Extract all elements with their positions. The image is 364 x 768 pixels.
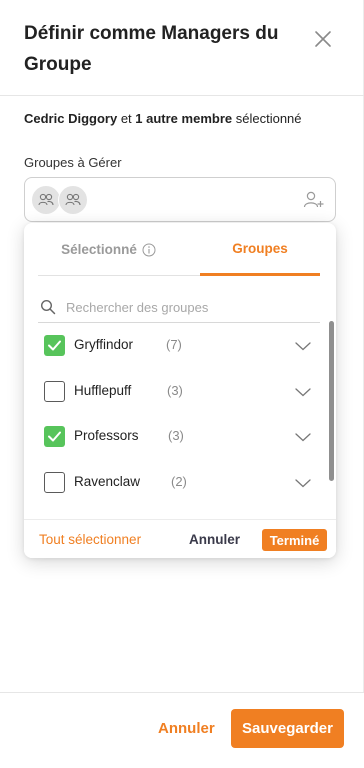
group-member-count: (3) — [167, 383, 183, 398]
group-member-count: (2) — [171, 474, 187, 489]
group-name: Professors — [74, 428, 139, 443]
list-scrollbar[interactable] — [329, 321, 334, 481]
dropdown-cancel-button[interactable]: Annuler — [189, 532, 240, 547]
close-icon[interactable] — [310, 26, 336, 52]
dialog-header: Définir comme Managers du Groupe — [0, 0, 364, 96]
group-search-input[interactable] — [66, 295, 316, 319]
checkbox-checked[interactable] — [44, 335, 65, 356]
group-name: Gryffindor — [74, 337, 134, 352]
tab-selected-label: Sélectionné — [61, 242, 137, 257]
tab-groups-label: Groupes — [232, 240, 288, 256]
selected-others-count: 1 autre membre — [135, 111, 233, 126]
checkbox-checked[interactable] — [44, 426, 65, 447]
group-list: Gryffindor (7) Hufflepuff (3) Professors — [24, 323, 336, 519]
group-row-ravenclaw[interactable]: Ravenclaw (2) — [24, 460, 324, 506]
selection-summary: Cedric Diggory et 1 autre membre sélecti… — [24, 111, 302, 126]
checkbox-unchecked[interactable] — [44, 381, 65, 402]
group-icon — [31, 185, 61, 215]
cancel-button[interactable]: Annuler — [158, 720, 215, 737]
group-name: Ravenclaw — [74, 474, 141, 489]
group-row-hufflepuff[interactable]: Hufflepuff (3) — [24, 369, 324, 415]
group-member-count: (7) — [166, 337, 182, 352]
chevron-down-icon[interactable] — [294, 430, 312, 442]
groups-field-label: Groupes à Gérer — [24, 155, 122, 170]
group-search[interactable] — [38, 291, 320, 323]
chevron-down-icon[interactable] — [294, 339, 312, 351]
group-icon — [58, 185, 88, 215]
manager-dialog: Définir comme Managers du Groupe Cedric … — [0, 0, 364, 768]
dropdown-tabs: Sélectionné Groupes — [38, 223, 320, 276]
search-icon — [40, 299, 56, 315]
groups-picker-field[interactable] — [24, 177, 336, 222]
selected-member-name: Cedric Diggory — [24, 111, 118, 126]
group-row-professors[interactable]: Professors (3) — [24, 414, 324, 460]
group-name: Hufflepuff — [74, 383, 132, 398]
dialog-footer: Annuler Sauvegarder — [0, 692, 364, 768]
info-icon — [142, 243, 156, 257]
selection-suffix: sélectionné — [235, 111, 302, 126]
group-row-gryffindor[interactable]: Gryffindor (7) — [24, 323, 324, 369]
select-all-button[interactable]: Tout sélectionner — [39, 532, 141, 547]
selection-joiner: et — [120, 111, 132, 126]
group-member-count: (3) — [168, 428, 184, 443]
dialog-title: Définir comme Managers du Groupe — [24, 23, 279, 75]
save-button[interactable]: Sauvegarder — [231, 709, 344, 748]
dropdown-footer: Tout sélectionner Annuler Terminé — [24, 519, 336, 558]
done-button[interactable]: Terminé — [262, 529, 327, 551]
checkbox-unchecked[interactable] — [44, 472, 65, 493]
chevron-down-icon[interactable] — [294, 476, 312, 488]
groups-dropdown: Sélectionné Groupes Gryffindor (7) — [24, 223, 336, 558]
tab-groups[interactable]: Groupes — [200, 223, 320, 276]
add-user-icon[interactable] — [303, 190, 325, 210]
chevron-down-icon[interactable] — [294, 385, 312, 397]
tab-selected[interactable]: Sélectionné — [38, 223, 179, 276]
